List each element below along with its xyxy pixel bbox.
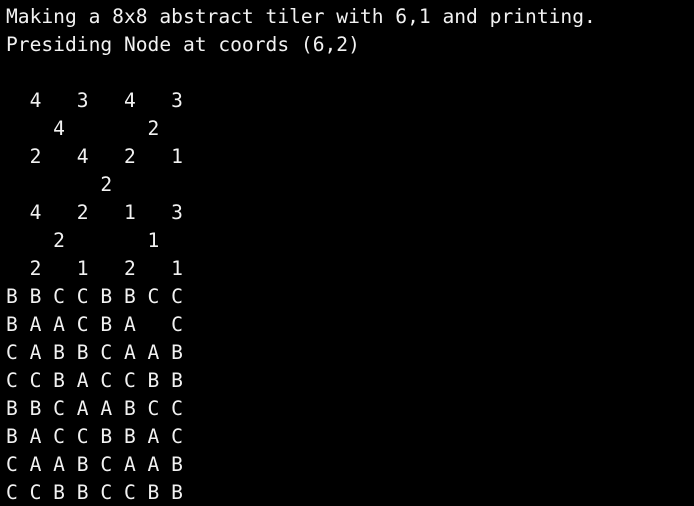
grid-row-8: C C B B C C B B [6,481,183,504]
tree-row-2: 4 2 [6,117,160,140]
tree-row-5: 4 2 1 3 [6,201,183,224]
tree-row-1: 4 3 4 3 [6,89,183,112]
grid-row-4: C C B A C C B B [6,369,183,392]
tree-row-3: 2 4 2 1 [6,145,183,168]
output-line-presiding: Presiding Node at coords (6,2) [6,33,360,56]
grid-row-5: B B C A A B C C [6,397,183,420]
grid-row-6: B A C C B B A C [6,425,183,448]
tree-row-4: 2 [6,173,113,196]
grid-row-2: B A A C B A C [6,313,183,336]
grid-row-1: B B C C B B C C [6,285,183,308]
tree-row-6: 2 1 [6,229,160,252]
output-line-header: Making a 8x8 abstract tiler with 6,1 and… [6,5,596,28]
tree-row-7: 2 1 2 1 [6,257,183,280]
terminal-window[interactable]: Making a 8x8 abstract tiler with 6,1 and… [0,0,694,506]
grid-row-7: C A A B C A A B [6,453,183,476]
grid-row-3: C A B B C A A B [6,341,183,364]
